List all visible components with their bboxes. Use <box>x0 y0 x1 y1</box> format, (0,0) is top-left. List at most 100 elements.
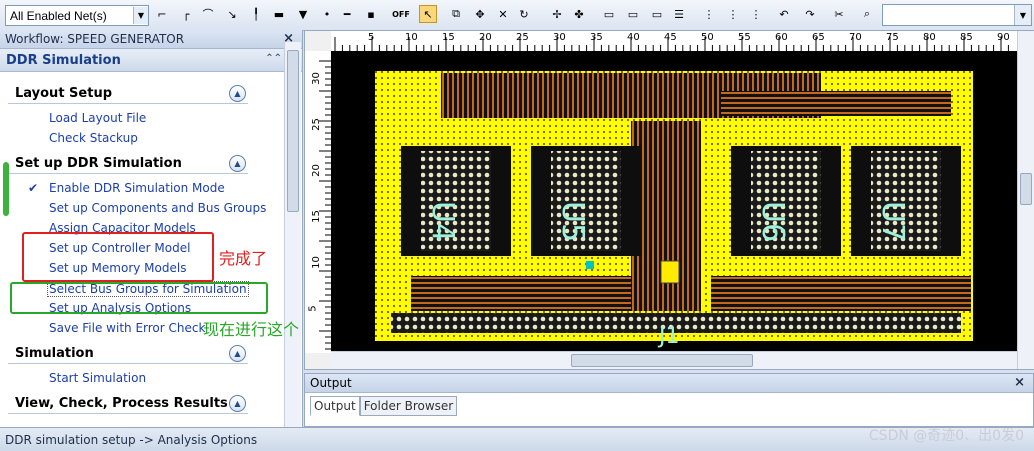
link-save-file-error-check[interactable]: Save File with Error Check <box>49 321 205 335</box>
ruler-top-label: 60 <box>775 32 788 43</box>
ruler-top-label: 65 <box>812 32 825 43</box>
scrollbar-thumb[interactable] <box>287 50 299 212</box>
align-right-icon[interactable]: ⋮ <box>747 5 765 23</box>
arc-route-icon[interactable]: ⌒ <box>199 5 217 23</box>
status-text: DDR simulation setup -> Analysis Options <box>5 432 258 447</box>
annotation-green-box <box>10 282 268 314</box>
align-center-icon[interactable]: ⋮ <box>724 5 742 23</box>
route-icon[interactable]: ⌐ <box>153 5 171 23</box>
ruler-top-label: 75 <box>886 32 899 43</box>
diagonal-route-icon[interactable]: ↘ <box>223 5 241 23</box>
section-view-check-results[interactable]: View, Check, Process Results ▲ <box>8 394 248 414</box>
find-icon[interactable]: ⌕ <box>858 5 876 23</box>
delete-icon[interactable]: ✕ <box>494 5 512 23</box>
dash-icon[interactable]: ━ <box>338 5 356 23</box>
rotate-icon[interactable]: ↻ <box>515 5 533 23</box>
chevron-up-icon[interactable]: ▲ <box>229 345 246 362</box>
trace-bus-right <box>721 91 951 116</box>
select-arrow-icon[interactable]: ↖ <box>419 5 437 23</box>
check-icon: ✔ <box>28 181 39 195</box>
label-j1: J1 <box>657 324 680 349</box>
collapse-all-icon[interactable]: ⌃⌃ <box>265 53 282 64</box>
via-cyan <box>586 261 594 269</box>
trace-bus-bottom-right <box>711 276 971 311</box>
ruler-left-label: 30 <box>310 72 322 85</box>
ruler-top-label: 5 <box>368 32 375 43</box>
ruler-top-label: 30 <box>553 32 566 43</box>
ruler-icon[interactable]: ▬ <box>270 5 288 23</box>
tab-folder-browser[interactable]: Folder Browser <box>359 396 458 416</box>
ruler-top-label: 55 <box>738 32 751 43</box>
ruler-left: 30 25 20 15 10 5 <box>305 51 332 353</box>
chevron-up-icon[interactable]: ▲ <box>229 155 246 172</box>
workflow-scrollbar[interactable] <box>284 42 301 427</box>
off-icon[interactable]: OFF <box>392 5 410 23</box>
net-highlight-icon[interactable]: ✢ <box>548 5 566 23</box>
watermark: CSDN @奇迹0、出0发0 <box>868 428 1024 444</box>
workflow-panel-title: Workflow: SPEED GENERATOR × <box>0 30 302 49</box>
section-setup-ddr-simulation[interactable]: Set up DDR Simulation ▲ <box>8 154 248 174</box>
close-icon[interactable]: × <box>1014 375 1025 390</box>
tab-output[interactable]: Output <box>310 396 360 416</box>
layer-blank-icon[interactable]: ▭ <box>648 5 666 23</box>
layer-red-icon[interactable]: ▭ <box>600 5 618 23</box>
link-enable-ddr-simulation-mode[interactable]: Enable DDR Simulation Mode <box>49 181 225 195</box>
chevron-up-icon[interactable]: ▲ <box>229 395 246 412</box>
probe-icon[interactable]: ╿ <box>247 5 265 23</box>
annotation-red-box <box>22 232 214 282</box>
redo-icon[interactable]: ↷ <box>801 5 819 23</box>
net-filter-dropdown[interactable]: All Enabled Net(s) ▼ <box>5 5 149 26</box>
via-pad <box>660 260 680 284</box>
move-icon[interactable]: ✥ <box>471 5 489 23</box>
output-panel: Output × Output Folder Browser <box>304 373 1034 427</box>
main-toolbar: All Enabled Net(s) ▼ ⌐ ┌ ⌒ ↘ ╿ ▬ ▼ • ━ ▪… <box>0 0 1034 31</box>
chevron-down-icon[interactable]: ▼ <box>133 7 148 24</box>
dot-icon[interactable]: • <box>318 5 336 23</box>
label-u7: U7 <box>875 201 910 242</box>
annotation-green-label: 现在进行这个 <box>203 320 300 339</box>
ruler-left-label: 15 <box>310 210 322 223</box>
scrollbar-thumb[interactable] <box>571 354 753 367</box>
pcb-view[interactable]: U4 U5 U6 U7 J1 <box>331 51 1017 351</box>
output-tabs: Output Folder Browser <box>310 396 458 416</box>
route-corner-icon[interactable]: ┌ <box>177 5 195 23</box>
section-simulation[interactable]: Simulation ▲ <box>8 344 248 364</box>
ruler-top-label: 20 <box>479 32 492 43</box>
component-icon[interactable]: ▪ <box>362 5 380 23</box>
via-icon[interactable]: ▼ <box>294 5 312 23</box>
ruler-top-label: 90 <box>997 32 1010 43</box>
canvas-vertical-scrollbar[interactable] <box>1017 31 1034 369</box>
stack-icon[interactable]: ☰ <box>670 5 688 23</box>
link-setup-components-bus-groups[interactable]: Set up Components and Bus Groups <box>49 201 266 215</box>
link-check-stackup[interactable]: Check Stackup <box>49 131 138 145</box>
link-start-simulation[interactable]: Start Simulation <box>49 371 146 385</box>
ruler-left-label: 5 <box>307 305 319 312</box>
ruler-top-label: 45 <box>664 32 677 43</box>
layout-canvas-area: 5 10 15 20 25 30 35 40 45 50 55 60 65 70 75 80 85 90 30 25… <box>304 30 1034 370</box>
ddr-simulation-header[interactable]: DDR Simulation ⌃⌃ <box>0 49 302 72</box>
ruler-left-label: 20 <box>310 164 322 177</box>
undo-icon[interactable]: ↶ <box>775 5 793 23</box>
link-load-layout-file[interactable]: Load Layout File <box>49 111 146 125</box>
layer-view-icon[interactable]: ▭ <box>624 5 642 23</box>
chevron-down-icon[interactable]: ▼ <box>1014 5 1031 25</box>
label-u6: U6 <box>755 201 790 242</box>
chevron-up-icon[interactable]: ▲ <box>229 85 246 102</box>
ruler-top-label: 70 <box>849 32 862 43</box>
ruler-left-label: 10 <box>310 256 322 269</box>
progress-indicator <box>3 162 9 216</box>
cut-icon[interactable]: ✂ <box>830 5 848 23</box>
net-filter-value: All Enabled Net(s) <box>10 8 107 23</box>
ruler-top-label: 40 <box>627 32 640 43</box>
search-input[interactable]: ▼ <box>882 4 1032 26</box>
copy-icon[interactable]: ⧉ <box>447 5 465 23</box>
pcb-board: U4 U5 U6 U7 J1 <box>375 71 973 349</box>
section-layout-setup[interactable]: Layout Setup ▲ <box>8 84 248 104</box>
output-panel-title: Output × <box>305 374 1033 393</box>
align-left-icon[interactable]: ⋮ <box>700 5 718 23</box>
net-color-icon[interactable]: ✤ <box>570 5 588 23</box>
ruler-top: 5 10 15 20 25 30 35 40 45 50 55 60 65 70 75 80 85 90 <box>331 31 1017 52</box>
canvas-horizontal-scrollbar[interactable] <box>331 351 1017 369</box>
scrollbar-thumb[interactable] <box>1020 173 1032 205</box>
label-u5: U5 <box>555 201 590 242</box>
